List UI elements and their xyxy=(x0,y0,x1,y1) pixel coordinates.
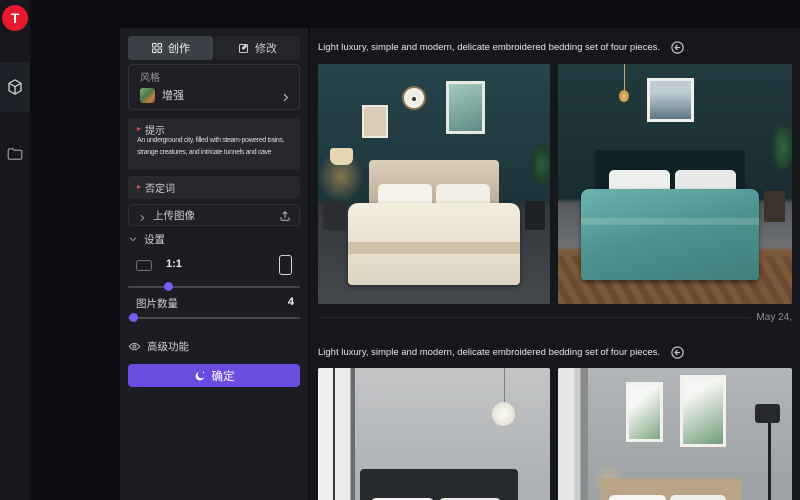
chevron-right-icon xyxy=(280,90,291,101)
window-decor xyxy=(318,368,355,500)
advanced-features-label: 高级功能 xyxy=(147,339,189,354)
image-count-slider[interactable] xyxy=(128,313,300,322)
app-logo[interactable]: T xyxy=(2,5,28,31)
prompt-text-line: strange creatures, and intricate tunnels… xyxy=(137,147,296,159)
edit-icon xyxy=(238,42,250,54)
curtain-decor xyxy=(558,368,588,500)
confirm-button-label: 确定 xyxy=(212,368,235,384)
image-count-value: 4 xyxy=(288,296,294,308)
date-divider-row: May 24, xyxy=(318,310,792,324)
generated-image-4[interactable] xyxy=(558,368,792,500)
generation-group-header: Light luxury, simple and modern, delicat… xyxy=(318,343,796,361)
eye-icon xyxy=(128,340,141,353)
tab-modify[interactable]: 修改 xyxy=(215,36,300,60)
lamp-decor xyxy=(330,148,353,165)
pillow-decor xyxy=(670,495,726,500)
image-count-row: 图片数量 4 xyxy=(128,296,300,310)
chevron-right-icon xyxy=(137,210,147,220)
generation-prompt-text: Light luxury, simple and modern, delicat… xyxy=(318,42,660,53)
image-count-label: 图片数量 xyxy=(136,296,178,311)
slider-track[interactable] xyxy=(128,286,300,288)
generation-prompt-text: Light luxury, simple and modern, delicat… xyxy=(318,347,660,358)
advanced-features-toggle[interactable]: 高级功能 xyxy=(128,338,300,354)
nightstand-decor xyxy=(764,191,785,222)
prompt-text-line: An underground city, filled with steam-p… xyxy=(137,135,296,147)
upload-image-label: 上传图像 xyxy=(153,208,273,223)
wall-art-decor xyxy=(362,105,388,139)
pendant-cord-decor xyxy=(624,64,625,93)
landscape-ratio-icon[interactable] xyxy=(136,260,152,271)
generated-image-1[interactable] xyxy=(318,64,550,304)
tab-create-label: 创作 xyxy=(168,40,190,56)
slider-track[interactable] xyxy=(128,317,300,319)
upload-icon[interactable] xyxy=(279,209,291,221)
grid-icon xyxy=(151,42,163,54)
pendant-cord-decor xyxy=(504,368,505,404)
embroidery-band-decor xyxy=(348,242,520,254)
headboard-decor xyxy=(360,469,518,500)
reuse-prompt-icon[interactable] xyxy=(670,345,685,360)
settings-section-toggle[interactable]: 设置 xyxy=(128,232,300,246)
slider-handle[interactable] xyxy=(164,282,173,291)
divider-line xyxy=(318,317,750,318)
projects-folder-icon[interactable] xyxy=(6,145,24,163)
generation-group-header: Light luxury, simple and modern, delicat… xyxy=(318,38,796,56)
prompt-label-row: ▸ 提示 xyxy=(137,123,296,135)
tab-modify-label: 修改 xyxy=(255,40,277,56)
aspect-ratio-row: 1:1 xyxy=(128,252,300,280)
nightstand-decor xyxy=(323,201,346,230)
reuse-prompt-icon[interactable] xyxy=(670,40,685,55)
slider-handle[interactable] xyxy=(129,313,138,322)
pendant-lamp-decor xyxy=(492,402,515,426)
negative-prompt-label: 否定词 xyxy=(145,180,175,195)
generated-image-3[interactable] xyxy=(318,368,550,500)
generated-image-row xyxy=(318,64,792,304)
style-selector[interactable]: 风格 增强 xyxy=(128,64,300,110)
results-feed: Light luxury, simple and modern, delicat… xyxy=(310,28,800,500)
plant-decor xyxy=(513,134,550,211)
wall-art-decor xyxy=(680,375,727,447)
mode-tabs: 创作 修改 xyxy=(128,36,300,60)
nav-rail: T xyxy=(0,0,30,500)
pendant-lamp-decor xyxy=(619,90,630,102)
negative-label-row: ▸ 否定词 xyxy=(137,181,291,193)
style-section-label: 风格 xyxy=(140,69,160,84)
confirm-button[interactable]: 确定 xyxy=(128,364,300,387)
style-value: 增强 xyxy=(162,87,273,103)
wall-art-decor xyxy=(626,382,663,442)
aspect-ratio-slider[interactable] xyxy=(128,282,300,291)
duvet-decor xyxy=(581,189,759,280)
models-cube-icon[interactable] xyxy=(6,78,24,96)
required-marker-icon: ▸ xyxy=(137,125,141,133)
chevron-down-icon xyxy=(128,234,138,244)
settings-label: 设置 xyxy=(144,232,165,247)
app-window: T 创作 修改 xyxy=(0,0,800,500)
clock-center-decor xyxy=(412,97,416,101)
tab-create[interactable]: 创作 xyxy=(128,36,213,60)
wall-art-decor xyxy=(446,81,485,134)
portrait-ratio-icon[interactable] xyxy=(279,255,292,275)
prompt-input[interactable]: ▸ 提示 An underground city, filled with st… xyxy=(128,118,300,170)
floor-lamp-stem-decor xyxy=(768,421,771,500)
duvet-fold-decor xyxy=(581,218,759,225)
aspect-ratio-value: 1:1 xyxy=(166,258,182,270)
generated-image-2[interactable] xyxy=(558,64,792,304)
generation-panel: 创作 修改 风格 增强 ▸ 提示 A xyxy=(120,28,308,500)
upload-image-row[interactable]: 上传图像 xyxy=(128,204,300,226)
crescent-moon-icon xyxy=(194,370,206,382)
generation-date: May 24, xyxy=(756,312,792,323)
generated-image-row xyxy=(318,368,792,500)
pillow-decor xyxy=(609,495,665,500)
style-row[interactable]: 增强 xyxy=(140,85,291,105)
required-marker-icon: ▸ xyxy=(137,183,141,191)
nightstand-decor xyxy=(525,201,546,230)
wall-art-decor xyxy=(647,78,694,121)
negative-prompt-input[interactable]: ▸ 否定词 xyxy=(128,176,300,199)
style-thumbnail xyxy=(140,88,155,103)
floor-lamp-shade-decor xyxy=(755,404,781,423)
